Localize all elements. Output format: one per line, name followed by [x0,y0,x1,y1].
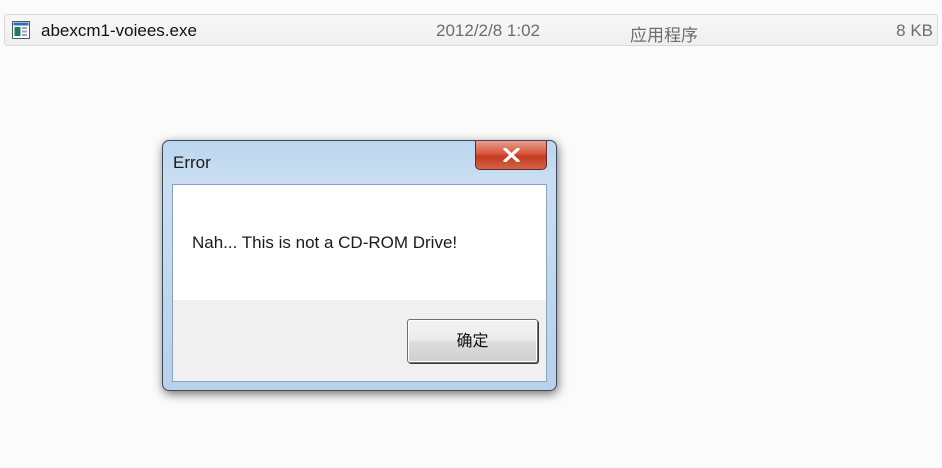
close-button[interactable] [475,141,547,170]
error-message: Nah... This is not a CD-ROM Drive! [192,233,458,252]
error-dialog: Error Nah... This is not a CD-ROM Drive!… [162,140,557,391]
file-explorer-window: abexcm1-voiees.exe 2012/2/8 1:02 应用程序 8 … [0,0,942,468]
file-size: 8 KB [896,21,933,40]
file-name[interactable]: abexcm1-voiees.exe [41,21,197,41]
file-list-row[interactable]: abexcm1-voiees.exe 2012/2/8 1:02 应用程序 8 … [4,14,938,46]
dialog-body: Nah... This is not a CD-ROM Drive! 确定 [172,184,547,382]
executable-file-icon [12,21,30,39]
dialog-title: Error [173,153,211,172]
message-area: Nah... This is not a CD-ROM Drive! [173,185,546,300]
file-type: 应用程序 [630,26,698,45]
file-date-modified: 2012/2/8 1:02 [436,21,540,40]
ok-button[interactable]: 确定 [407,319,538,363]
close-icon [503,148,520,162]
